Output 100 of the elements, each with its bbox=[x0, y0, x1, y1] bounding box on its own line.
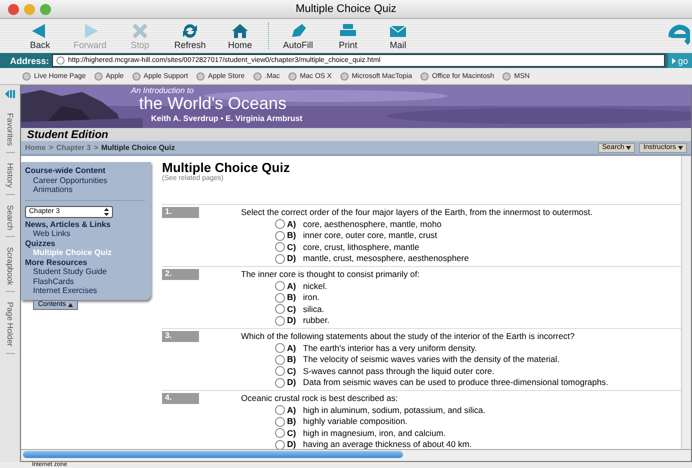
option-letter: B) bbox=[287, 354, 297, 366]
option-text: having an average thickness of about 40 km. bbox=[303, 439, 472, 450]
radio-button[interactable] bbox=[275, 378, 285, 388]
radio-button[interactable] bbox=[275, 416, 285, 427]
banner-subtitle: An Introduction to bbox=[131, 87, 195, 95]
option-text: silica. bbox=[303, 304, 324, 315]
page-icon bbox=[340, 72, 349, 80]
zoom-button[interactable] bbox=[40, 4, 51, 14]
radio-button[interactable] bbox=[275, 405, 285, 416]
caret-icon bbox=[626, 146, 632, 150]
option-letter: C) bbox=[287, 242, 297, 253]
page-icon bbox=[420, 72, 430, 80]
banner-title: the World's Oceans bbox=[139, 95, 288, 112]
option-text: high in aluminum, sodium, potassium, and silica. bbox=[303, 404, 486, 416]
question-text: Oceanic crustal rock is best described as: bbox=[241, 393, 399, 404]
option-text: inner core, outer core, mantle, crust bbox=[303, 230, 438, 242]
question-text: The inner core is thought to consist primarily of: bbox=[241, 269, 420, 280]
section-heading: More Resources bbox=[25, 258, 88, 267]
option-letter: D) bbox=[287, 439, 297, 450]
option-text: nickel. bbox=[303, 280, 328, 292]
nav-link[interactable]: Web Links bbox=[25, 229, 70, 238]
option-letter: A) bbox=[287, 404, 297, 416]
window-title: Multiple Choice Quiz bbox=[296, 3, 396, 15]
page-icon bbox=[132, 72, 141, 80]
caret-icon bbox=[678, 146, 683, 150]
page-icon bbox=[288, 72, 297, 80]
option-text: core, crust, lithosphere, mantle bbox=[303, 242, 420, 253]
option-text: mantle, crust, mesosphere, aesthenosphere bbox=[303, 253, 469, 264]
toolbar-button[interactable]: Home bbox=[218, 22, 262, 50]
horizontal-scrollbar[interactable] bbox=[21, 449, 691, 461]
option-text: S-waves cannot pass through the liquid outer core. bbox=[303, 366, 494, 377]
option-text: highly variable composition. bbox=[303, 416, 408, 428]
side-tab[interactable]: History bbox=[6, 156, 14, 195]
side-tab[interactable]: Search bbox=[6, 198, 14, 238]
radio-button[interactable] bbox=[275, 343, 285, 354]
page-icon bbox=[22, 72, 31, 80]
radio-button[interactable] bbox=[275, 281, 285, 292]
question-text: Select the correct order of the four major layers of the Earth, from the innermost to outermost. bbox=[241, 207, 592, 218]
page-icon bbox=[94, 72, 103, 80]
question-number: 1. bbox=[162, 207, 199, 218]
radio-button[interactable] bbox=[275, 219, 285, 230]
toolbar-button[interactable]: AutoFill bbox=[276, 22, 320, 50]
collapse-icon[interactable] bbox=[4, 89, 16, 99]
radio-button[interactable] bbox=[275, 230, 285, 241]
option-letter: A) bbox=[287, 280, 297, 292]
radio-button[interactable] bbox=[275, 316, 285, 326]
radio-button[interactable] bbox=[275, 440, 285, 450]
nav-link[interactable]: Student Study Guide bbox=[25, 267, 107, 276]
side-tab[interactable]: Page Holder bbox=[6, 296, 14, 354]
page-title: Multiple Choice Quiz bbox=[162, 160, 290, 175]
option-text: high in magnesium, iron, and calcium. bbox=[303, 428, 446, 439]
question-number: 4. bbox=[162, 393, 199, 404]
chevron-icon bbox=[672, 58, 676, 64]
nav-link[interactable]: FlashCards bbox=[25, 276, 74, 286]
option-letter: A) bbox=[287, 342, 297, 354]
question-number: 2. bbox=[162, 269, 199, 280]
radio-button[interactable] bbox=[275, 304, 285, 314]
vertical-scrollbar[interactable] bbox=[681, 156, 691, 449]
option-text: iron. bbox=[303, 292, 320, 304]
page-icon bbox=[502, 72, 512, 80]
option-text: The earth's interior has a very uniform density. bbox=[303, 342, 477, 354]
page-icon bbox=[196, 72, 206, 80]
toolbar-button[interactable]: Back bbox=[18, 22, 62, 50]
radio-button[interactable] bbox=[275, 428, 285, 438]
nav-link[interactable]: Internet Exercises bbox=[25, 286, 98, 296]
radio-button[interactable] bbox=[275, 292, 285, 303]
section-heading: News, Articles & Links bbox=[25, 220, 111, 229]
side-tab[interactable]: Scrapbook bbox=[6, 241, 14, 292]
side-tab[interactable]: Favorites bbox=[6, 107, 14, 153]
option-letter: B) bbox=[287, 292, 297, 304]
radio-button[interactable] bbox=[275, 354, 285, 365]
section-heading: Quizzes bbox=[25, 238, 56, 248]
option-letter: C) bbox=[287, 366, 297, 377]
radio-button[interactable] bbox=[275, 254, 285, 264]
option-text: rubber. bbox=[303, 315, 330, 326]
toolbar-button[interactable]: Mail bbox=[376, 22, 420, 50]
page-icon bbox=[56, 56, 66, 65]
option-letter: D) bbox=[287, 253, 297, 264]
address-label: Address: bbox=[10, 56, 50, 66]
toolbar-button[interactable]: Refresh bbox=[168, 22, 212, 50]
question-number: 3. bbox=[162, 331, 199, 342]
radio-button[interactable] bbox=[275, 242, 285, 252]
toolbar-button[interactable]: Print bbox=[326, 22, 370, 50]
option-letter: C) bbox=[287, 304, 297, 315]
banner-authors: Keith A. Sverdrup • E. Virginia Armbrust bbox=[151, 115, 302, 123]
option-letter: B) bbox=[287, 230, 297, 242]
option-letter: D) bbox=[287, 315, 297, 326]
nav-link[interactable]: Animations bbox=[25, 185, 73, 194]
option-text: core, aesthenosphere, mantle, moho bbox=[303, 218, 442, 230]
stepper-icon bbox=[104, 208, 109, 216]
option-letter: D) bbox=[287, 377, 297, 388]
radio-button[interactable] bbox=[275, 366, 285, 376]
option-text: The velocity of seismic waves varies with the density of the material. bbox=[303, 354, 560, 366]
question-text: Which of the following statements about the study of the interior of the Earth is incorrect? bbox=[241, 331, 576, 342]
option-letter: A) bbox=[287, 218, 297, 230]
close-button[interactable] bbox=[8, 4, 19, 14]
nav-link[interactable]: Career Opportunities bbox=[25, 176, 108, 185]
caret-icon bbox=[68, 302, 74, 306]
edition-label: Student Edition bbox=[27, 128, 108, 140]
option-letter: B) bbox=[287, 416, 297, 428]
